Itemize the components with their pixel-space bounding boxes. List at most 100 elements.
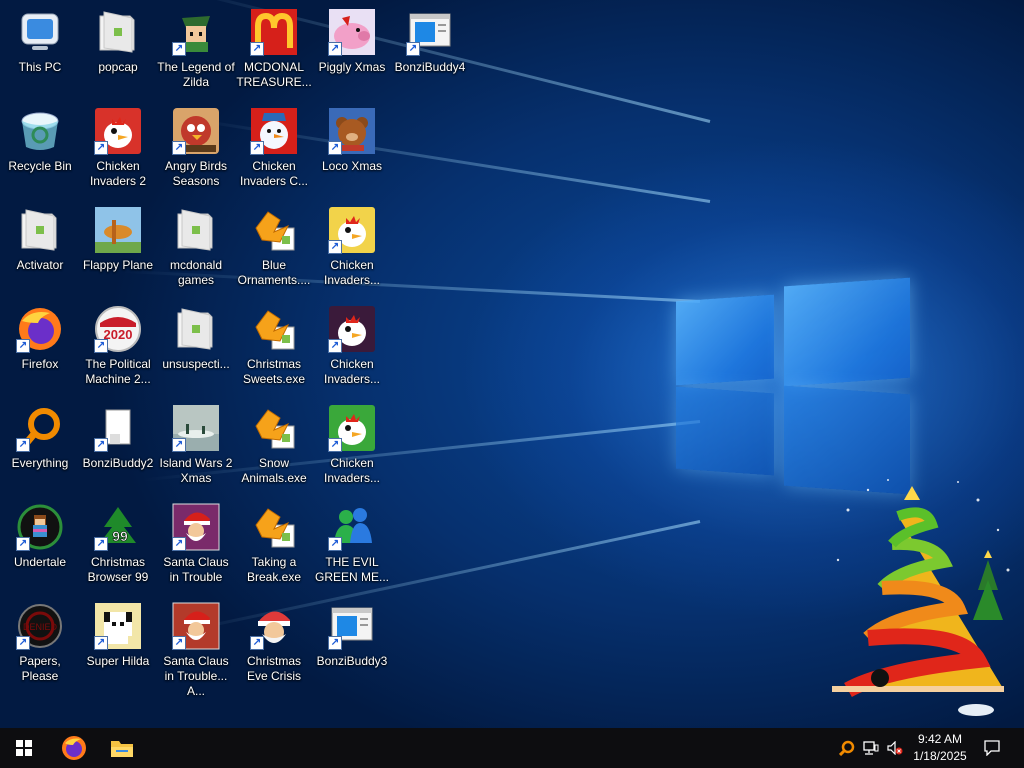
taskbar: 9:42 AM 1/18/2025: [0, 728, 1024, 768]
shortcut-arrow-icon: ↗: [328, 537, 342, 551]
desktop-icon-chicken-invaders-2[interactable]: ↗ Chicken Invaders 2: [78, 103, 158, 199]
desktop-icon-label: Santa Claus in Trouble: [163, 555, 229, 584]
start-button[interactable]: [0, 728, 48, 768]
desktop-icon-label: Recycle Bin: [8, 159, 72, 173]
desktop-icon-popcap[interactable]: popcap: [78, 4, 158, 100]
recycle-bin-icon: [16, 107, 64, 155]
taskbar-clock[interactable]: 9:42 AM 1/18/2025: [904, 731, 976, 765]
desktop-icon-taking-a-break[interactable]: Taking a Break.exe: [234, 499, 314, 595]
desktop-icon-blue-ornaments[interactable]: Blue Ornaments....: [234, 202, 314, 298]
desktop-icon-activator[interactable]: Activator: [0, 202, 80, 298]
taskbar-file-explorer-button[interactable]: [98, 728, 146, 768]
chicken-icon: ↗: [328, 404, 376, 452]
clock-date: 1/18/2025: [913, 749, 967, 763]
desktop-icon-firefox[interactable]: ↗ Firefox: [0, 301, 80, 397]
island-wars-icon: ↗: [172, 404, 220, 452]
clock-time: 9:42 AM: [917, 732, 963, 746]
desktop-icon-label: Christmas Eve Crisis: [246, 654, 301, 683]
desktop-icon-loco-xmas[interactable]: ↗ Loco Xmas: [312, 103, 392, 199]
search-tray-icon: [839, 740, 855, 756]
svg-text:99: 99: [112, 528, 128, 544]
shortcut-arrow-icon: ↗: [172, 537, 186, 551]
shortcut-arrow-icon: ↗: [328, 141, 342, 155]
desktop-icon-island-wars-2-xmas[interactable]: ↗ Island Wars 2 Xmas: [156, 400, 236, 496]
desktop-icon-santa-claus-in-trouble-a[interactable]: ↗ Santa Claus in Trouble... A...: [156, 598, 236, 698]
christmas-tree-decoration: [828, 470, 1024, 720]
desktop-icon-chicken-invaders-3[interactable]: ↗ Chicken Invaders...: [312, 202, 392, 298]
action-center-button[interactable]: [978, 728, 1006, 768]
installer-icon: [250, 206, 298, 254]
tray-search-button[interactable]: [836, 728, 858, 768]
shortcut-arrow-icon: ↗: [328, 636, 342, 650]
desktop-icon-label: Snow Animals.exe: [241, 456, 307, 485]
desktop-icon-piggly-xmas[interactable]: ↗ Piggly Xmas: [312, 4, 392, 100]
messenger-icon: ↗: [328, 503, 376, 551]
desktop-icon-label: Angry Birds Seasons: [164, 159, 228, 188]
desktop-icon-label: Blue Ornaments....: [237, 258, 311, 287]
desktop-icon-label: Activator: [16, 258, 64, 272]
desktop-icon-everything[interactable]: ↗ Everything: [0, 400, 80, 496]
desktop-icon-chicken-invaders-4[interactable]: ↗ Chicken Invaders...: [312, 301, 392, 397]
desktop-icon-undertale[interactable]: ↗ Undertale: [0, 499, 80, 595]
desktop-icon-christmas-browser-99[interactable]: 99 ↗ Christmas Browser 99: [78, 499, 158, 595]
shortcut-arrow-icon: ↗: [172, 141, 186, 155]
desktop-icon-the-evil-green-me[interactable]: ↗ THE EVIL GREEN ME...: [312, 499, 392, 595]
desktop-icon-political-machine[interactable]: 2020 ↗ The Political Machine 2...: [78, 301, 158, 397]
desktop-icon-label: THE EVIL GREEN ME...: [314, 555, 389, 584]
desktop-icon-snow-animals[interactable]: Snow Animals.exe: [234, 400, 314, 496]
desktop-icon-chicken-invaders-c[interactable]: ↗ Chicken Invaders C...: [234, 103, 314, 199]
desktop-icon-super-hilda[interactable]: ↗ Super Hilda: [78, 598, 158, 694]
desktop[interactable]: This PC Recycle Bin Activator ↗ Firefox ↗ Ever…: [0, 0, 1024, 728]
desktop-icon-bonzibuddy4[interactable]: ↗ BonziBuddy4: [390, 4, 470, 100]
desktop-icon-label: Chicken Invaders...: [323, 357, 381, 386]
desktop-icon-label: Undertale: [13, 555, 67, 569]
mcdonalds-icon: ↗: [250, 8, 298, 56]
desktop-icon-label: Island Wars 2 Xmas: [159, 456, 233, 485]
shortcut-arrow-icon: ↗: [16, 537, 30, 551]
desktop-icon-label: The Political Machine 2...: [85, 357, 151, 386]
folder-icon: [172, 206, 220, 254]
desktop-icon-mcdonal-treasure[interactable]: ↗ MCDONAL TREASURE...: [234, 4, 314, 100]
pig-icon: ↗: [328, 8, 376, 56]
desktop-icon-label: Chicken Invaders...: [323, 258, 381, 287]
desktop-icon-this-pc[interactable]: This PC: [0, 4, 80, 100]
desktop-icon-label: MCDONAL TREASURE...: [236, 60, 312, 89]
teddy-bear-icon: ↗: [328, 107, 376, 155]
installer-icon: [250, 503, 298, 551]
desktop-icon-mcdonald-games[interactable]: mcdonald games: [156, 202, 236, 298]
desktop-icon-legend-of-zilda[interactable]: ↗ The Legend of Zilda: [156, 4, 236, 100]
desktop-icon-papers-please[interactable]: DENIED ↗ Papers, Please: [0, 598, 80, 694]
zilda-icon: ↗: [172, 8, 220, 56]
desktop-icon-label: unsuspecti...: [162, 357, 230, 371]
desktop-icon-angry-birds-seasons[interactable]: ↗ Angry Birds Seasons: [156, 103, 236, 199]
desktop-icon-flappy-plane[interactable]: Flappy Plane: [78, 202, 158, 298]
desktop-icon-recycle-bin[interactable]: Recycle Bin: [0, 103, 80, 199]
blank-document-icon: ↗: [94, 404, 142, 452]
action-center-icon: [984, 740, 1000, 756]
tray-network-button[interactable]: [860, 728, 882, 768]
shortcut-arrow-icon: ↗: [328, 438, 342, 452]
desktop-icon-santa-claus-in-trouble[interactable]: ↗ Santa Claus in Trouble: [156, 499, 236, 595]
desktop-icon-chicken-invaders-5[interactable]: ↗ Chicken Invaders...: [312, 400, 392, 496]
shortcut-arrow-icon: ↗: [94, 339, 108, 353]
political-machine-icon: 2020 ↗: [94, 305, 142, 353]
taskbar-firefox-button[interactable]: [50, 728, 98, 768]
shortcut-arrow-icon: ↗: [16, 438, 30, 452]
santa-face-icon: ↗: [250, 602, 298, 650]
desktop-icon-unsuspecti[interactable]: unsuspecti...: [156, 301, 236, 397]
desktop-icon-bonzibuddy3[interactable]: ↗ BonziBuddy3: [312, 598, 392, 694]
desktop-icon-christmas-sweets[interactable]: Christmas Sweets.exe: [234, 301, 314, 397]
tray-volume-button[interactable]: [884, 728, 906, 768]
angry-birds-icon: ↗: [172, 107, 220, 155]
shortcut-arrow-icon: ↗: [406, 42, 420, 56]
window-app-icon: ↗: [406, 8, 454, 56]
firefox-icon: ↗: [16, 305, 64, 353]
folder-icon: [172, 305, 220, 353]
folder-icon: [16, 206, 64, 254]
desktop-icon-bonzibuddy2[interactable]: ↗ BonziBuddy2: [78, 400, 158, 496]
desktop-icon-label: Santa Claus in Trouble... A...: [163, 654, 229, 698]
desktop-icon-label: Chicken Invaders...: [323, 456, 381, 485]
desktop-icon-label: BonziBuddy2: [82, 456, 154, 470]
papers-please-icon: DENIED ↗: [16, 602, 64, 650]
desktop-icon-christmas-eve-crisis[interactable]: ↗ Christmas Eve Crisis: [234, 598, 314, 694]
